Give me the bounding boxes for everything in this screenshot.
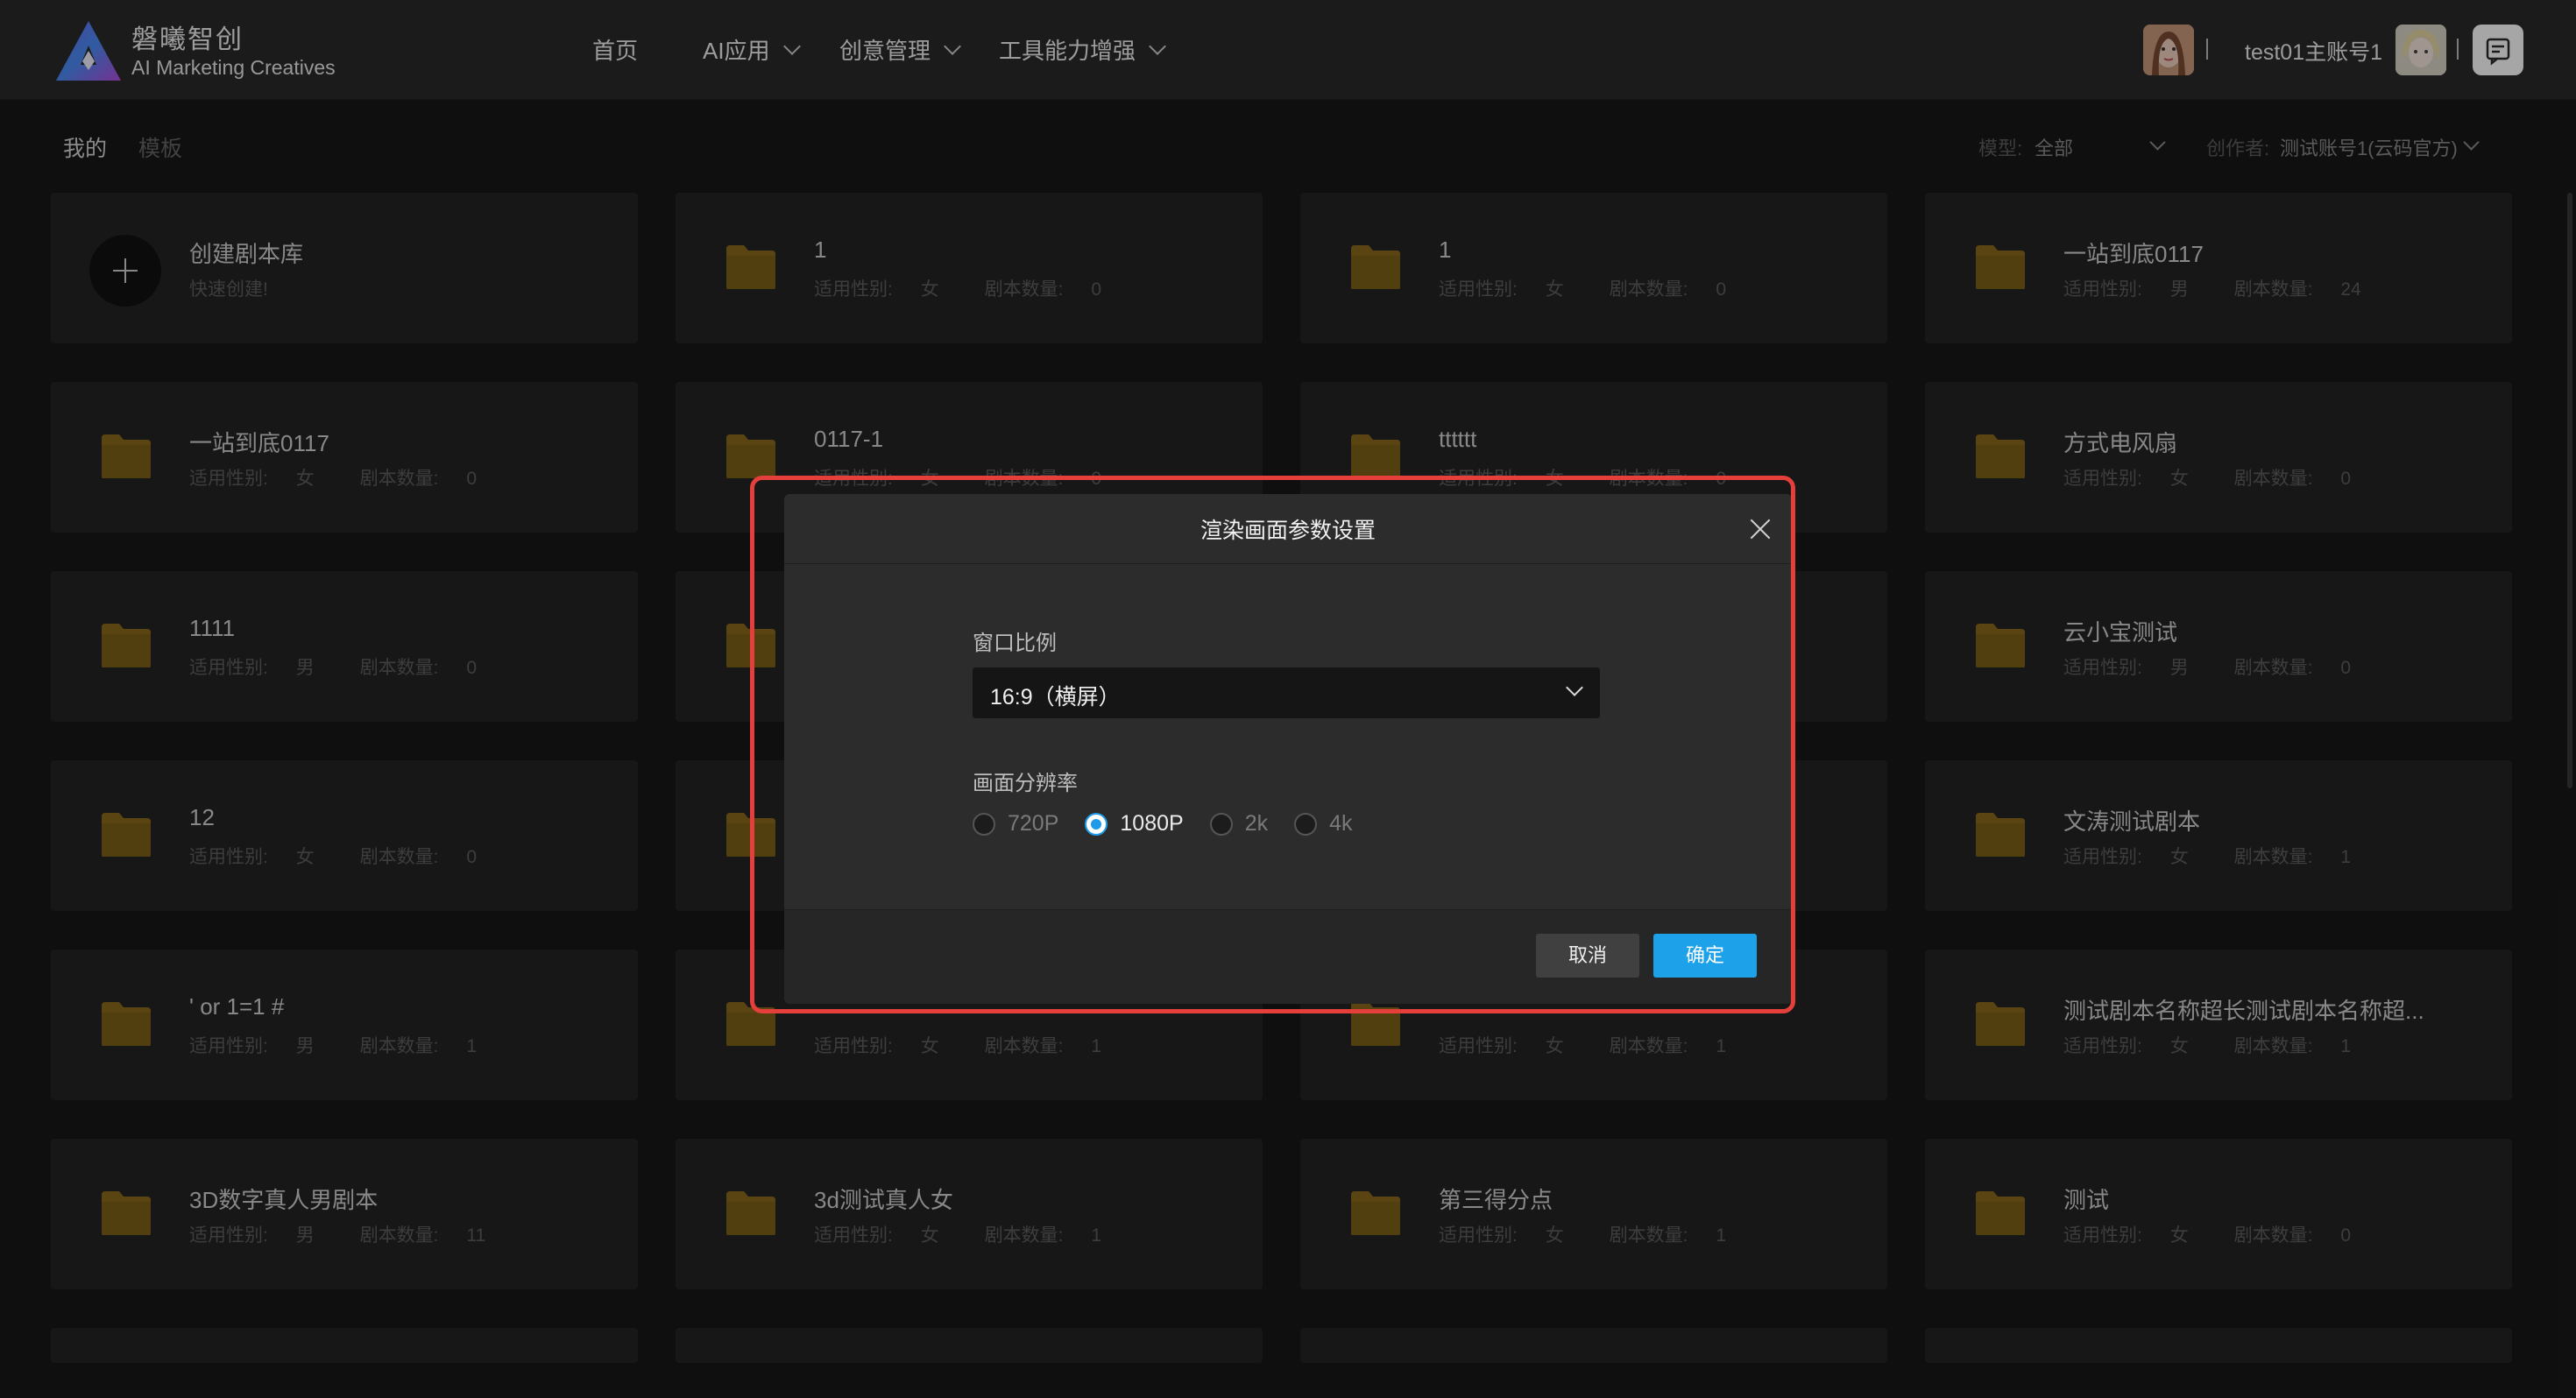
- highlight-frame: [750, 476, 1795, 1013]
